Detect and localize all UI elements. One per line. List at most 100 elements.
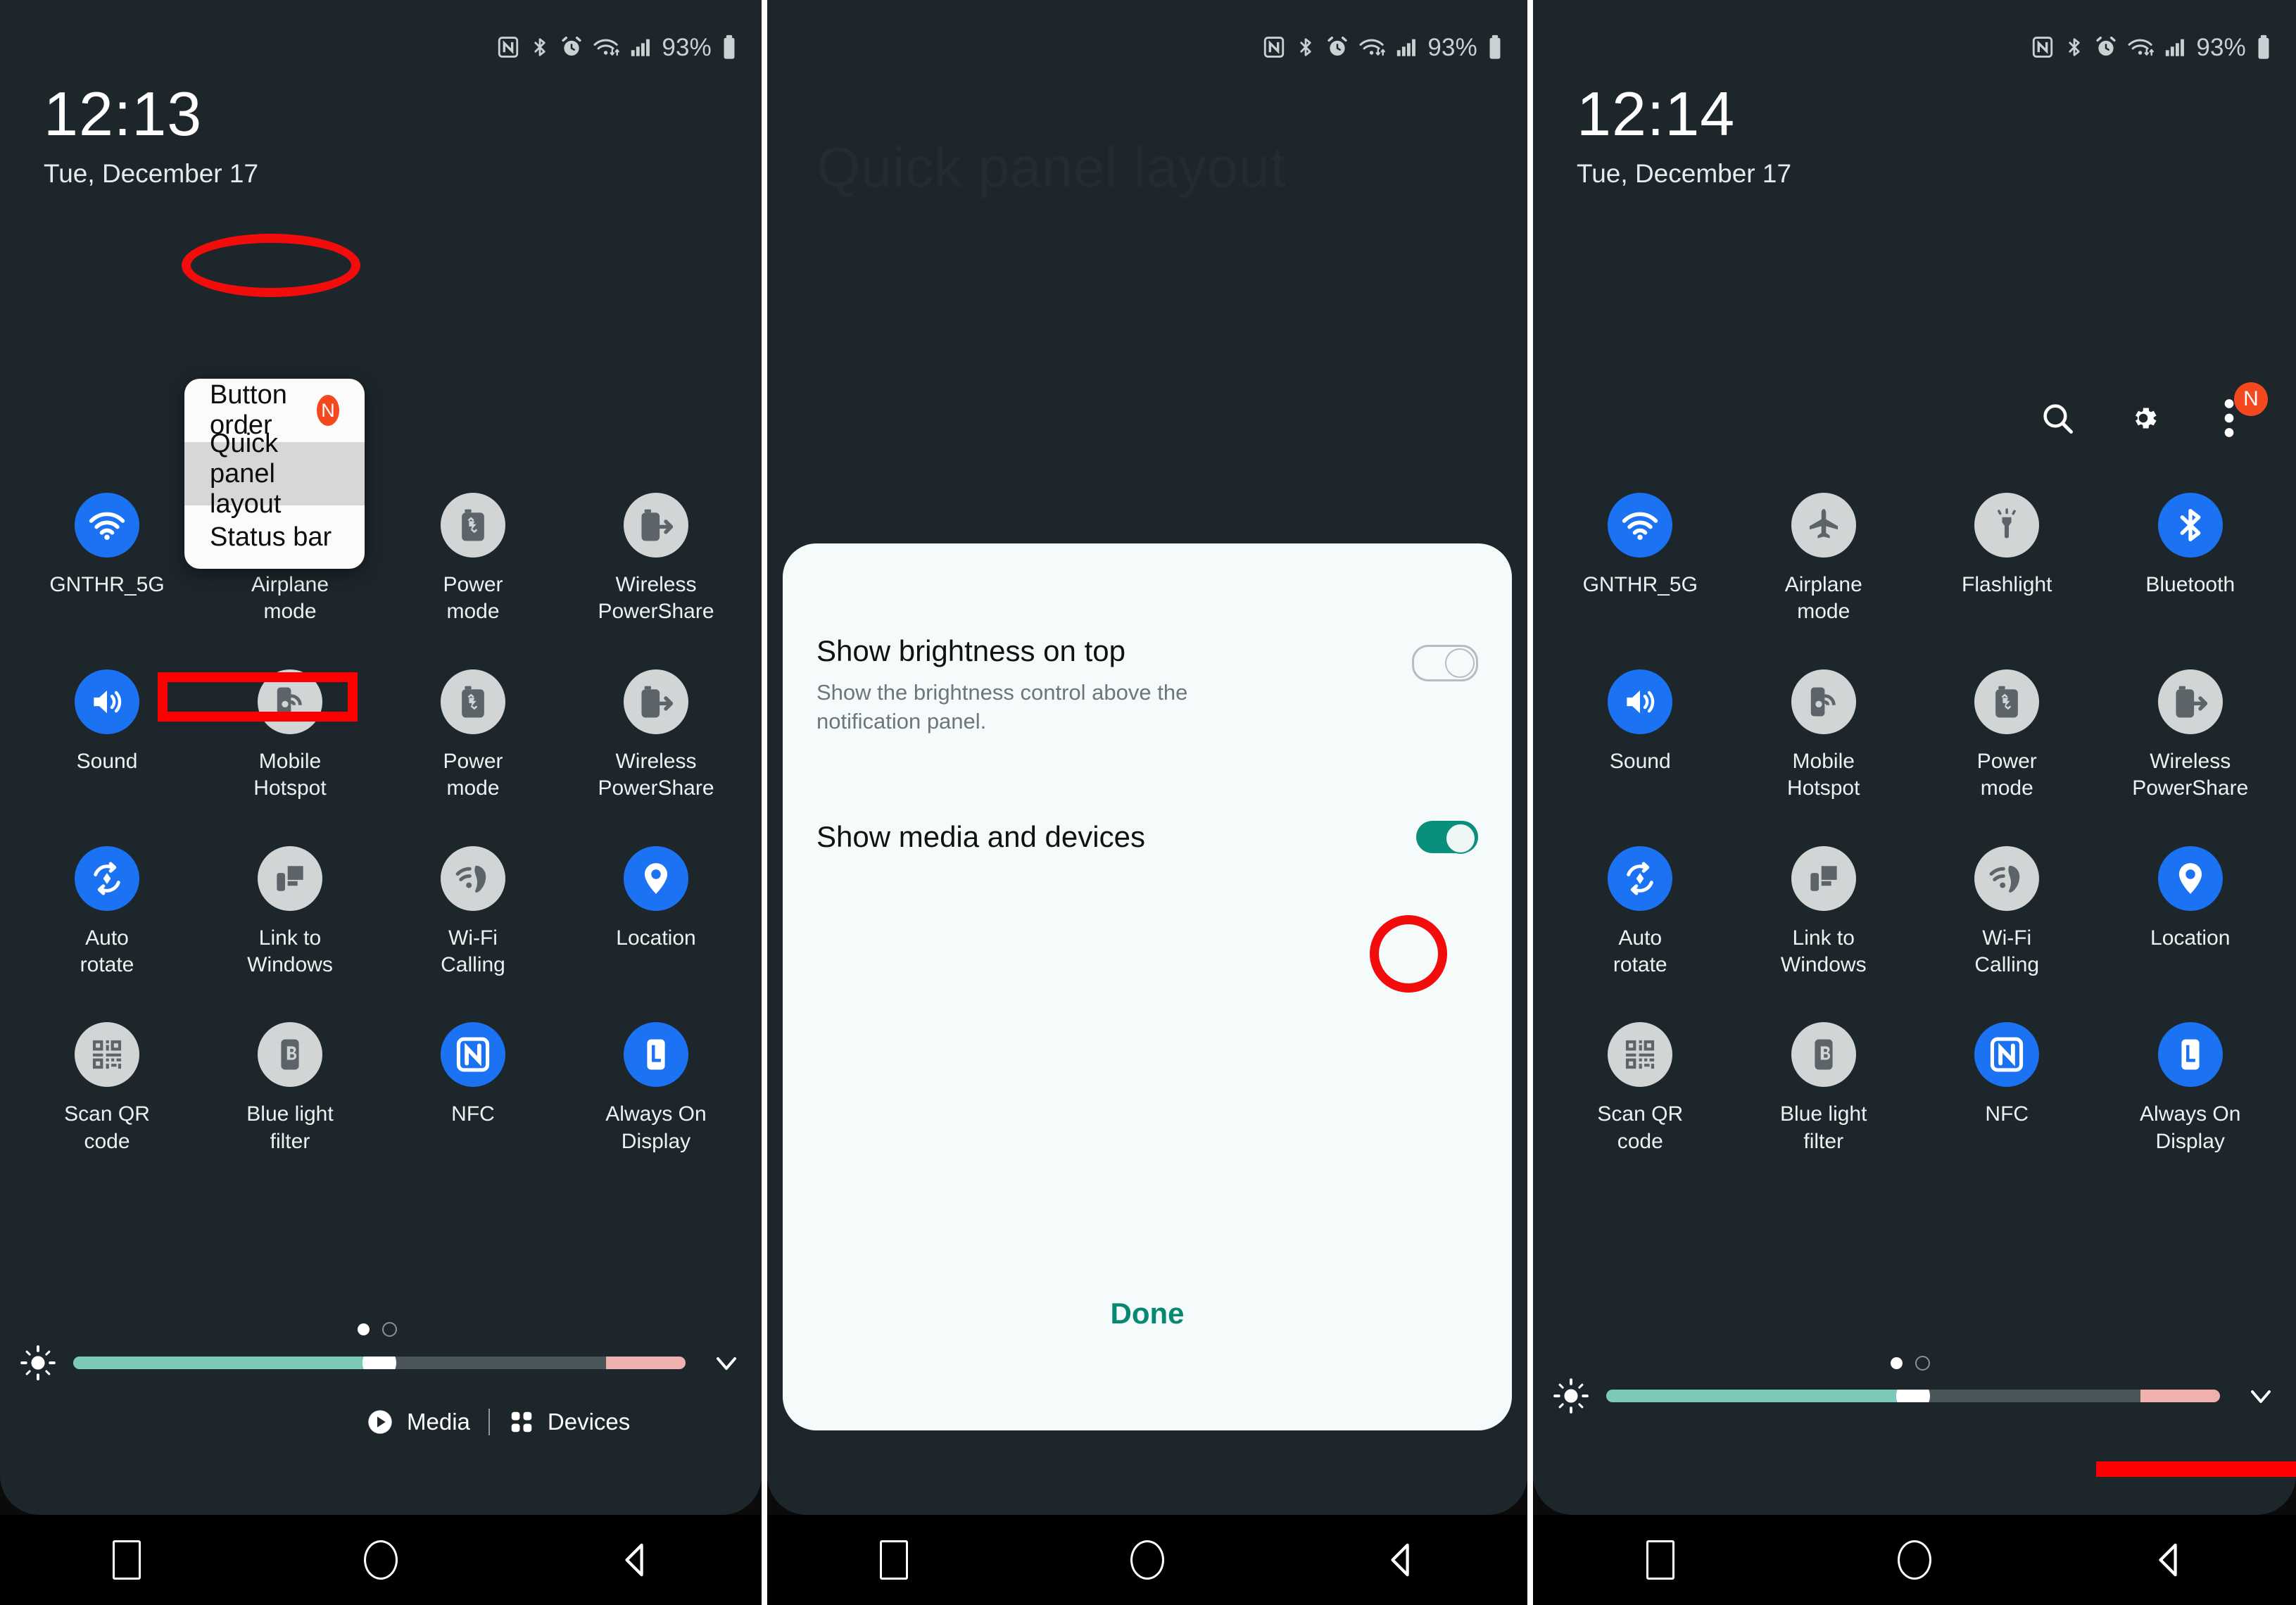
page-dot-inactive[interactable] — [1915, 1356, 1930, 1371]
page-dot-active[interactable] — [1891, 1357, 1903, 1369]
quick-tile-sound[interactable]: Sound — [15, 669, 198, 802]
quick-tile-wi-fi-calling[interactable]: Wi-Fi Calling — [1915, 845, 2099, 979]
tile-icon-button[interactable] — [1791, 493, 1856, 558]
clock-date: Tue, December 17 — [1577, 159, 1792, 188]
quick-tile-power-mode[interactable]: Power mode — [381, 493, 564, 626]
quick-tile-auto-rotate[interactable]: Auto rotate — [15, 845, 198, 979]
quick-tile-wireless-powershare[interactable]: Wireless PowerShare — [564, 669, 748, 802]
tile-icon-button[interactable] — [1608, 845, 1673, 911]
tile-icon-button[interactable] — [75, 1022, 139, 1088]
brightness-slider[interactable] — [73, 1357, 686, 1369]
quick-tile-bluetooth[interactable]: Bluetooth — [2099, 493, 2283, 626]
panel-divider-2 — [1527, 0, 1533, 1605]
quick-tile-always-on-display[interactable]: Always On Display — [564, 1022, 748, 1155]
media-button[interactable]: Media — [366, 1408, 470, 1436]
tile-label: Power mode — [1976, 749, 2037, 800]
settings-button[interactable] — [2123, 398, 2164, 439]
tile-icon-button[interactable] — [1974, 493, 2040, 558]
tile-icon-button[interactable] — [1608, 1022, 1673, 1088]
recents-icon[interactable] — [875, 1540, 913, 1580]
quick-tile-gnthr_5g[interactable]: GNTHR_5G — [1548, 493, 1732, 626]
quick-tile-airplane-mode[interactable]: Airplane mode — [1732, 493, 1916, 626]
tile-icon-button[interactable] — [75, 669, 139, 734]
tile-icon-button[interactable] — [441, 493, 505, 558]
tile-label: Scan QR code — [64, 1102, 150, 1153]
tile-icon-button[interactable] — [441, 1022, 505, 1088]
show-media-and-devices-toggle[interactable] — [1416, 821, 1478, 855]
tile-icon-button[interactable] — [624, 669, 688, 734]
tile-icon-button[interactable] — [2157, 845, 2223, 911]
quick-tile-wireless-powershare[interactable]: Wireless PowerShare — [564, 493, 748, 626]
quick-tile-mobile-hotspot[interactable]: Mobile Hotspot — [1732, 669, 1916, 802]
brightness-slider[interactable] — [1606, 1390, 2220, 1402]
tile-icon-button[interactable] — [258, 1022, 322, 1088]
quick-tile-flashlight[interactable]: Flashlight — [1915, 493, 2099, 626]
home-icon[interactable] — [362, 1540, 400, 1580]
tile-icon-button[interactable] — [1608, 493, 1673, 558]
tile-icon-button[interactable] — [258, 845, 322, 911]
tile-icon-button[interactable] — [1974, 1022, 2040, 1088]
quick-tile-always-on-display[interactable]: Always On Display — [2099, 1022, 2283, 1155]
recents-icon[interactable] — [108, 1540, 146, 1580]
quick-tile-auto-rotate[interactable]: Auto rotate — [1548, 845, 1732, 979]
page-dot-active[interactable] — [358, 1323, 370, 1335]
tile-icon-button[interactable] — [1608, 669, 1673, 734]
tile-label: NFC — [1985, 1102, 2029, 1126]
quick-tile-link-to-windows[interactable]: Link to Windows — [1732, 845, 1916, 979]
tile-icon-button[interactable] — [1974, 845, 2040, 911]
home-icon[interactable] — [1896, 1540, 1934, 1580]
brightness-slider-thumb[interactable] — [362, 1357, 396, 1369]
chevron-down-icon[interactable] — [2244, 1379, 2278, 1413]
quick-tile-scan-qr-code[interactable]: Scan QR code — [15, 1022, 198, 1155]
brightness-slider-thumb[interactable] — [1896, 1390, 1930, 1402]
quick-tile-nfc[interactable]: NFC — [1915, 1022, 2099, 1155]
back-icon[interactable] — [2150, 1541, 2188, 1579]
page-dot-inactive[interactable] — [382, 1322, 397, 1337]
back-icon[interactable] — [616, 1541, 654, 1579]
search-button[interactable] — [2037, 398, 2078, 439]
quick-tile-scan-qr-code[interactable]: Scan QR code — [1548, 1022, 1732, 1155]
quick-tile-power-mode[interactable]: Power mode — [381, 669, 564, 802]
home-icon[interactable] — [1128, 1540, 1166, 1580]
dialog-row-show-brightness-on-top[interactable]: Show brightness on top Show the brightne… — [783, 634, 1512, 736]
quick-tile-gnthr_5g[interactable]: GNTHR_5G — [15, 493, 198, 626]
menu-item-quick-panel-layout[interactable]: Quick panel layout — [184, 429, 365, 519]
tile-icon-button[interactable] — [1791, 1022, 1856, 1088]
chevron-down-icon[interactable] — [709, 1346, 743, 1380]
devices-button[interactable]: Devices — [508, 1409, 630, 1435]
back-icon[interactable] — [1382, 1541, 1420, 1579]
tile-icon-button[interactable] — [441, 669, 505, 734]
quick-tile-blue-light-filter[interactable]: Blue light filter — [198, 1022, 381, 1155]
tile-icon-button[interactable] — [2157, 493, 2223, 558]
quick-tile-link-to-windows[interactable]: Link to Windows — [198, 845, 381, 979]
quick-tile-mobile-hotspot[interactable]: Mobile Hotspot — [198, 669, 381, 802]
quick-tile-wireless-powershare[interactable]: Wireless PowerShare — [2099, 669, 2283, 802]
tile-icon-button[interactable] — [75, 845, 139, 911]
lockscreen-clock-3: 12:14 Tue, December 17 — [1577, 83, 1791, 187]
recents-icon[interactable] — [1641, 1540, 1679, 1580]
quick-tile-sound[interactable]: Sound — [1548, 669, 1732, 802]
tile-icon-button[interactable] — [2157, 669, 2223, 734]
tile-icon-button[interactable] — [624, 493, 688, 558]
tile-icon-button[interactable] — [441, 845, 505, 911]
tile-icon-button[interactable] — [75, 493, 139, 558]
tile-icon-button[interactable] — [1791, 845, 1856, 911]
quick-tile-power-mode[interactable]: Power mode — [1915, 669, 2099, 802]
tile-icon-button[interactable] — [1791, 669, 1856, 734]
quick-tile-wi-fi-calling[interactable]: Wi-Fi Calling — [381, 845, 564, 979]
signal-icon — [631, 39, 650, 56]
tile-icon-button[interactable] — [2157, 1022, 2223, 1088]
more-options-button[interactable]: N — [2209, 382, 2268, 439]
quick-tile-location[interactable]: Location — [564, 845, 748, 979]
tile-icon-button[interactable] — [1974, 669, 2040, 734]
tile-label: Auto rotate — [80, 926, 134, 976]
done-button[interactable]: Done — [783, 1297, 1512, 1330]
tile-icon-button[interactable] — [258, 669, 322, 734]
quick-tile-location[interactable]: Location — [2099, 845, 2283, 979]
quick-tile-blue-light-filter[interactable]: Blue light filter — [1732, 1022, 1916, 1155]
show-brightness-on-top-toggle[interactable] — [1412, 645, 1478, 681]
tile-icon-button[interactable] — [624, 1022, 688, 1088]
tile-icon-button[interactable] — [624, 845, 688, 911]
dialog-row-show-media-and-devices[interactable]: Show media and devices — [783, 820, 1512, 855]
quick-tile-nfc[interactable]: NFC — [381, 1022, 564, 1155]
